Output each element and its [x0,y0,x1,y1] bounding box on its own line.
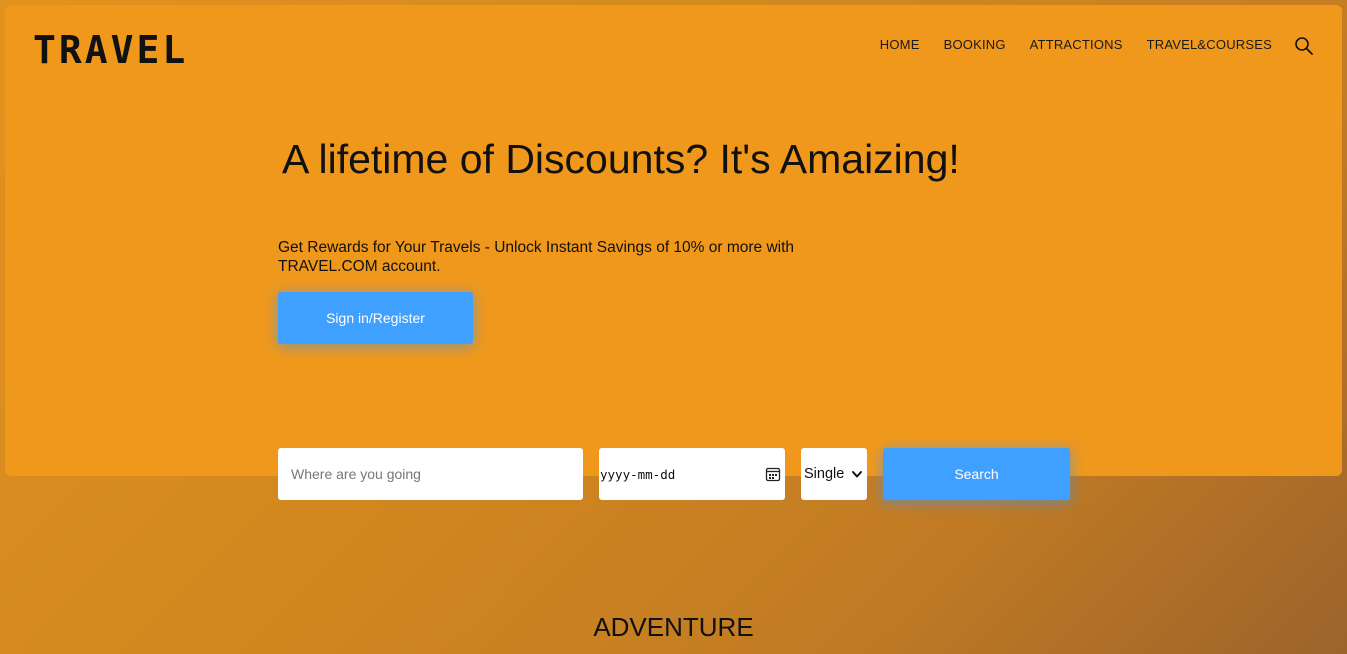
nav-item-home[interactable]: HOME [880,37,920,52]
search-icon[interactable] [1294,36,1314,56]
hero-subtext: Get Rewards for Your Travels - Unlock In… [278,239,795,275]
main-nav: HOME BOOKING ATTRACTIONS TRAVEL&COURSES [880,34,1314,56]
destination-input[interactable] [278,448,583,500]
site-logo[interactable]: TRAVEL [33,31,188,69]
sign-in-register-button[interactable]: Sign in/Register [278,292,473,344]
trip-type-selected: Single [804,466,845,482]
trip-type-select[interactable]: Single [801,448,867,500]
nav-item-booking[interactable]: BOOKING [944,37,1006,52]
nav-item-attractions[interactable]: ATTRACTIONS [1030,37,1123,52]
nav-item-travel-courses[interactable]: TRAVEL&COURSES [1147,37,1272,52]
date-input[interactable]: yyyy-mm-dd [599,448,785,500]
section-title-adventure: ADVENTURE [593,612,754,642]
date-placeholder: yyyy-mm-dd [600,466,676,482]
hero-title: A lifetime of Discounts? It's Amaizing! [282,136,960,182]
calendar-icon[interactable] [765,466,781,482]
search-button[interactable]: Search [883,448,1070,500]
chevron-down-icon [851,468,863,480]
